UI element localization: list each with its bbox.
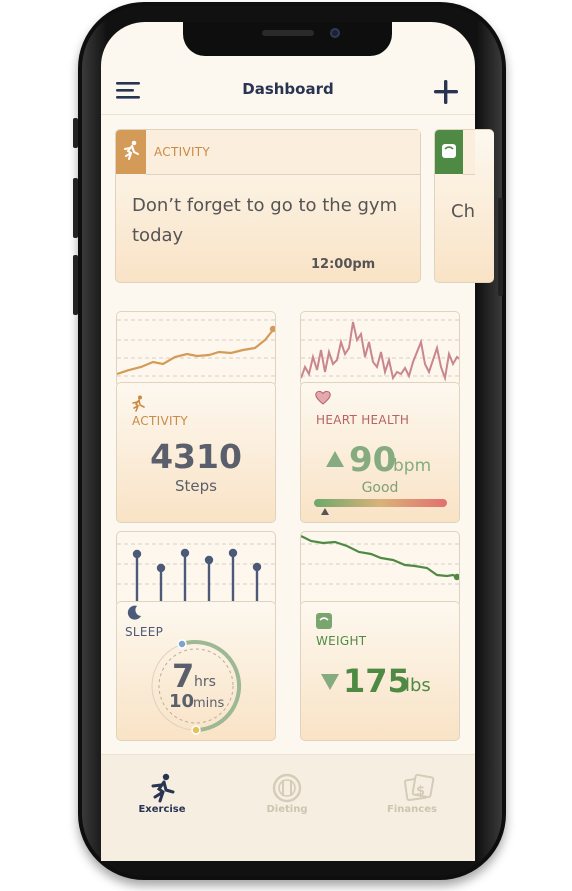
- tab-finances[interactable]: Finances: [372, 804, 452, 815]
- reminder-category: ACTIVITY: [154, 145, 211, 159]
- weight-label: WEIGHT: [316, 634, 367, 648]
- next-card-text: Ch: [451, 201, 475, 222]
- front-camera: [330, 28, 340, 38]
- arrow-down-icon: [321, 674, 339, 690]
- power-button: [498, 198, 503, 296]
- heart-status: Good: [361, 480, 399, 496]
- heart-chart: [300, 311, 460, 387]
- sleep-minutes-value: 10: [169, 691, 195, 712]
- reminder-message-line1: Don’t forget to go to the gym: [132, 195, 398, 216]
- reminder-message-line2: today: [132, 225, 184, 246]
- heart-rate-value: 90: [349, 440, 397, 480]
- heart-icon: [315, 390, 331, 405]
- sleep-hours-value: 7: [172, 657, 195, 695]
- tab-dieting[interactable]: Dieting: [247, 804, 327, 815]
- activity-trend-line: [117, 329, 274, 376]
- heart-health-gauge: [314, 499, 447, 507]
- runner-icon: [124, 140, 139, 160]
- heart-rate-line: [301, 321, 459, 382]
- money-icon: $: [403, 773, 435, 802]
- sleep-chart: [116, 531, 276, 607]
- volume-down-button: [73, 255, 78, 315]
- header-divider: [101, 114, 475, 115]
- gauge-marker-icon: [321, 508, 329, 515]
- plate-icon: [272, 773, 302, 803]
- scale-icon: [316, 613, 332, 629]
- sleep-minutes-unit: mins: [193, 696, 225, 711]
- runner-icon: [151, 773, 175, 803]
- weight-value: 175: [343, 662, 410, 700]
- weight-chart: [300, 531, 460, 607]
- next-card-header: [463, 130, 475, 175]
- activity-chart: [116, 311, 276, 387]
- heart-rate-unit: bpm: [393, 456, 432, 476]
- moon-icon: [127, 605, 141, 620]
- speaker: [262, 30, 314, 36]
- steps-unit: Steps: [175, 477, 217, 495]
- sleep-hours-unit: hrs: [194, 674, 216, 690]
- mute-switch: [73, 118, 78, 148]
- weight-unit: lbs: [405, 675, 431, 696]
- heart-health-label: HEART HEALTH: [316, 413, 410, 427]
- sleep-bars: [132, 548, 262, 606]
- runner-icon: [132, 395, 145, 412]
- arrow-up-icon: [326, 451, 344, 467]
- volume-up-button: [73, 178, 78, 238]
- activity-trend-end-dot: [269, 325, 275, 333]
- reminder-time: 12:00pm: [311, 257, 376, 272]
- page-title: Dashboard: [242, 80, 334, 98]
- notch: [183, 22, 392, 56]
- add-icon[interactable]: [433, 79, 459, 105]
- svg-text:$: $: [416, 784, 425, 799]
- weight-trend-line: [301, 535, 458, 578]
- weight-trend-end-dot: [453, 573, 459, 581]
- tab-exercise[interactable]: Exercise: [122, 804, 202, 815]
- scale-icon: [442, 144, 456, 158]
- steps-value: 4310: [150, 437, 242, 476]
- activity-label: ACTIVITY: [132, 414, 189, 428]
